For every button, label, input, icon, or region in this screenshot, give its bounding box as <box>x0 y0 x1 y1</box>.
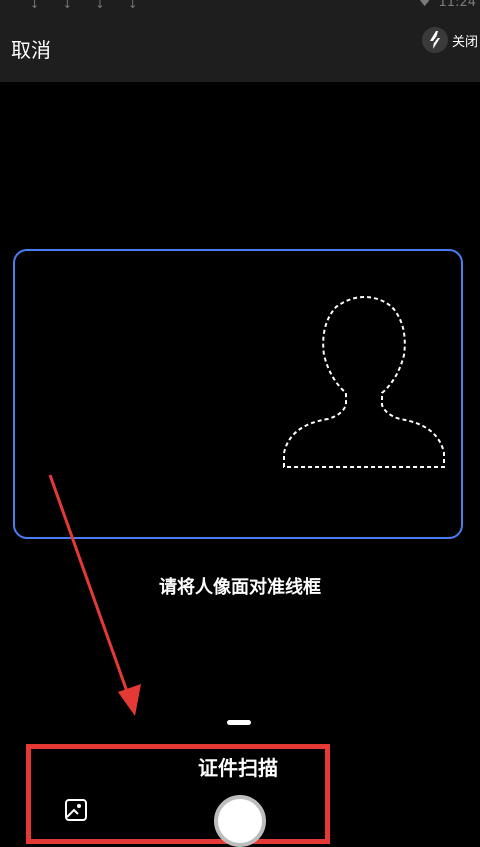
gallery-icon[interactable] <box>64 798 88 822</box>
annotation-arrow <box>48 474 141 716</box>
shutter-button[interactable] <box>214 795 266 847</box>
mode-tab-id-scan[interactable]: 证件扫描 <box>198 752 278 781</box>
annotation-highlight-box <box>26 744 330 844</box>
drawer-handle[interactable] <box>227 720 251 725</box>
